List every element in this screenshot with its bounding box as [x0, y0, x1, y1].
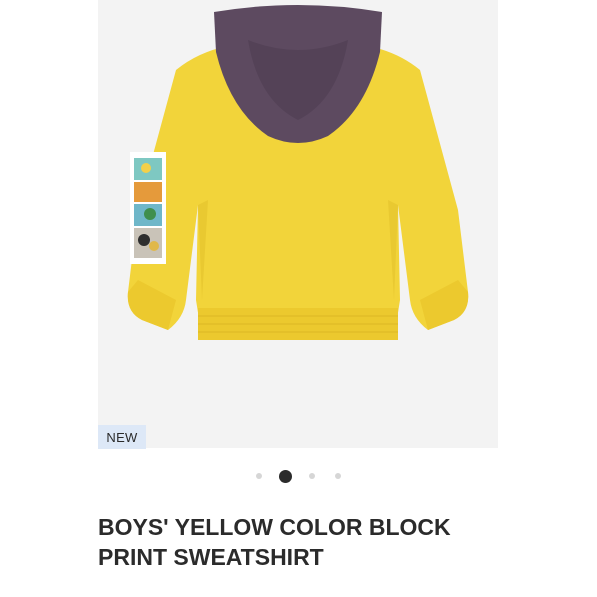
carousel-dot[interactable] [309, 473, 315, 479]
product-title-line-2: PRINT SWEATSHIRT [98, 544, 324, 570]
sweatshirt-illustration [127, 5, 469, 340]
image-carousel-indicator [0, 466, 597, 486]
carousel-dot[interactable] [256, 473, 262, 479]
new-badge: NEW [98, 425, 146, 449]
carousel-dot[interactable] [335, 473, 341, 479]
product-title-line-1: BOYS' YELLOW COLOR BLOCK [98, 514, 451, 540]
carousel-dot-active[interactable] [279, 469, 292, 483]
product-image[interactable] [98, 0, 498, 448]
product-title: BOYS' YELLOW COLOR BLOCK PRINT SWEATSHIR… [98, 512, 518, 572]
